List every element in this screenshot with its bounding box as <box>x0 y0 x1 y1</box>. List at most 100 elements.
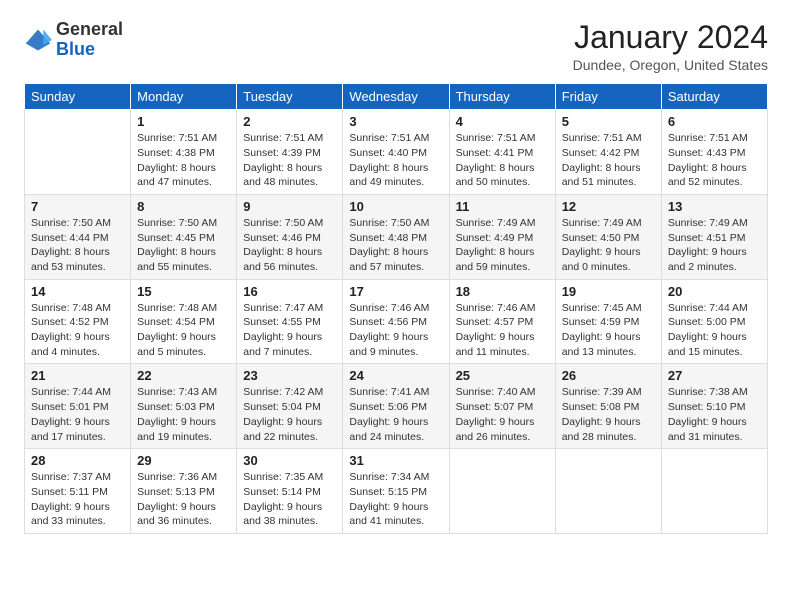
day-number: 21 <box>31 368 124 383</box>
calendar-week-row: 7 Sunrise: 7:50 AMSunset: 4:44 PMDaylight… <box>25 194 768 279</box>
calendar-cell: 30Sunrise: 7:35 AMSunset: 5:14 PMDayligh… <box>237 449 343 534</box>
calendar-cell: 31 Sunrise: 7:34 AMSunset: 5:15 PMDayligh… <box>343 449 449 534</box>
day-number: 9 <box>243 199 336 214</box>
calendar-cell: 1Sunrise: 7:51 AMSunset: 4:38 PMDaylight… <box>131 110 237 195</box>
calendar-cell: 5 Sunrise: 7:51 AMSunset: 4:42 PMDaylight… <box>555 110 661 195</box>
calendar-cell: 22Sunrise: 7:43 AMSunset: 5:03 PMDayligh… <box>131 364 237 449</box>
calendar-cell: 15Sunrise: 7:48 AMSunset: 4:54 PMDayligh… <box>131 279 237 364</box>
day-info: Sunrise: 7:39 AMSunset: 5:08 PMDaylight:… <box>562 385 655 444</box>
day-number: 23 <box>243 368 336 383</box>
day-info: Sunrise: 7:38 AMSunset: 5:10 PMDaylight:… <box>668 385 761 444</box>
location: Dundee, Oregon, United States <box>573 57 768 73</box>
calendar-cell: 16Sunrise: 7:47 AMSunset: 4:55 PMDayligh… <box>237 279 343 364</box>
calendar-cell: 19Sunrise: 7:45 AMSunset: 4:59 PMDayligh… <box>555 279 661 364</box>
month-title: January 2024 <box>573 20 768 55</box>
calendar-cell <box>449 449 555 534</box>
day-number: 24 <box>349 368 442 383</box>
calendar-week-row: 1Sunrise: 7:51 AMSunset: 4:38 PMDaylight… <box>25 110 768 195</box>
calendar-cell: 29 Sunrise: 7:36 AMSunset: 5:13 PMDayligh… <box>131 449 237 534</box>
day-number: 20 <box>668 284 761 299</box>
day-info: Sunrise: 7:46 AMSunset: 4:57 PMDaylight:… <box>456 301 549 360</box>
weekday-header-thursday: Thursday <box>449 84 555 110</box>
title-block: January 2024 Dundee, Oregon, United Stat… <box>573 20 768 73</box>
day-info: Sunrise: 7:43 AMSunset: 5:03 PMDaylight:… <box>137 385 230 444</box>
day-number: 10 <box>349 199 442 214</box>
day-info: Sunrise: 7:49 AMSunset: 4:51 PMDaylight:… <box>668 216 761 275</box>
day-info: Sunrise: 7:51 AMSunset: 4:40 PMDaylight:… <box>349 131 442 190</box>
day-info: Sunrise: 7:36 AMSunset: 5:13 PMDaylight:… <box>137 470 230 529</box>
calendar-cell: 13 Sunrise: 7:49 AMSunset: 4:51 PMDayligh… <box>661 194 767 279</box>
day-info: Sunrise: 7:50 AMSunset: 4:44 PMDaylight:… <box>31 216 124 275</box>
day-info: Sunrise: 7:49 AMSunset: 4:49 PMDaylight:… <box>456 216 549 275</box>
day-number: 4 <box>456 114 549 129</box>
day-info: Sunrise: 7:34 AMSunset: 5:15 PMDaylight:… <box>349 470 442 529</box>
day-info: Sunrise: 7:46 AMSunset: 4:56 PMDaylight:… <box>349 301 442 360</box>
page: General Blue January 2024 Dundee, Oregon… <box>0 0 792 612</box>
calendar-cell: 21 Sunrise: 7:44 AMSunset: 5:01 PMDayligh… <box>25 364 131 449</box>
calendar-table: SundayMondayTuesdayWednesdayThursdayFrid… <box>24 83 768 534</box>
day-number: 14 <box>31 284 124 299</box>
calendar-cell <box>25 110 131 195</box>
day-info: Sunrise: 7:49 AMSunset: 4:50 PMDaylight:… <box>562 216 655 275</box>
calendar-cell: 17 Sunrise: 7:46 AMSunset: 4:56 PMDayligh… <box>343 279 449 364</box>
calendar-cell: 18 Sunrise: 7:46 AMSunset: 4:57 PMDayligh… <box>449 279 555 364</box>
day-number: 18 <box>456 284 549 299</box>
day-info: Sunrise: 7:44 AMSunset: 5:00 PMDaylight:… <box>668 301 761 360</box>
calendar-cell: 25Sunrise: 7:40 AMSunset: 5:07 PMDayligh… <box>449 364 555 449</box>
day-info: Sunrise: 7:37 AMSunset: 5:11 PMDaylight:… <box>31 470 124 529</box>
calendar-cell <box>661 449 767 534</box>
day-info: Sunrise: 7:51 AMSunset: 4:38 PMDaylight:… <box>137 131 230 190</box>
day-number: 12 <box>562 199 655 214</box>
calendar-cell: 10 Sunrise: 7:50 AMSunset: 4:48 PMDayligh… <box>343 194 449 279</box>
day-info: Sunrise: 7:47 AMSunset: 4:55 PMDaylight:… <box>243 301 336 360</box>
day-number: 29 <box>137 453 230 468</box>
weekday-header-tuesday: Tuesday <box>237 84 343 110</box>
calendar-cell: 14 Sunrise: 7:48 AMSunset: 4:52 PMDayligh… <box>25 279 131 364</box>
calendar-cell: 24Sunrise: 7:41 AMSunset: 5:06 PMDayligh… <box>343 364 449 449</box>
day-number: 2 <box>243 114 336 129</box>
day-number: 5 <box>562 114 655 129</box>
day-info: Sunrise: 7:51 AMSunset: 4:43 PMDaylight:… <box>668 131 761 190</box>
calendar-cell: 4Sunrise: 7:51 AMSunset: 4:41 PMDaylight… <box>449 110 555 195</box>
calendar-cell: 8 Sunrise: 7:50 AMSunset: 4:45 PMDaylight… <box>131 194 237 279</box>
calendar-cell: 11 Sunrise: 7:49 AMSunset: 4:49 PMDayligh… <box>449 194 555 279</box>
logo: General Blue <box>24 20 123 60</box>
day-info: Sunrise: 7:45 AMSunset: 4:59 PMDaylight:… <box>562 301 655 360</box>
calendar-cell: 26Sunrise: 7:39 AMSunset: 5:08 PMDayligh… <box>555 364 661 449</box>
day-number: 13 <box>668 199 761 214</box>
calendar-cell: 28Sunrise: 7:37 AMSunset: 5:11 PMDayligh… <box>25 449 131 534</box>
weekday-header-monday: Monday <box>131 84 237 110</box>
day-info: Sunrise: 7:50 AMSunset: 4:46 PMDaylight:… <box>243 216 336 275</box>
calendar-cell: 12 Sunrise: 7:49 AMSunset: 4:50 PMDayligh… <box>555 194 661 279</box>
day-number: 25 <box>456 368 549 383</box>
day-number: 15 <box>137 284 230 299</box>
day-info: Sunrise: 7:42 AMSunset: 5:04 PMDaylight:… <box>243 385 336 444</box>
logo-icon <box>24 26 52 54</box>
day-number: 3 <box>349 114 442 129</box>
calendar-week-row: 14 Sunrise: 7:48 AMSunset: 4:52 PMDayligh… <box>25 279 768 364</box>
day-number: 7 <box>31 199 124 214</box>
day-info: Sunrise: 7:48 AMSunset: 4:52 PMDaylight:… <box>31 301 124 360</box>
logo-blue: Blue <box>56 40 123 60</box>
weekday-header-sunday: Sunday <box>25 84 131 110</box>
day-info: Sunrise: 7:50 AMSunset: 4:48 PMDaylight:… <box>349 216 442 275</box>
day-number: 8 <box>137 199 230 214</box>
day-number: 6 <box>668 114 761 129</box>
weekday-header-row: SundayMondayTuesdayWednesdayThursdayFrid… <box>25 84 768 110</box>
day-info: Sunrise: 7:44 AMSunset: 5:01 PMDaylight:… <box>31 385 124 444</box>
day-info: Sunrise: 7:50 AMSunset: 4:45 PMDaylight:… <box>137 216 230 275</box>
logo-general: General <box>56 20 123 40</box>
calendar-cell: 9 Sunrise: 7:50 AMSunset: 4:46 PMDaylight… <box>237 194 343 279</box>
calendar-cell <box>555 449 661 534</box>
day-number: 31 <box>349 453 442 468</box>
day-number: 17 <box>349 284 442 299</box>
day-info: Sunrise: 7:35 AMSunset: 5:14 PMDaylight:… <box>243 470 336 529</box>
day-number: 11 <box>456 199 549 214</box>
weekday-header-saturday: Saturday <box>661 84 767 110</box>
day-number: 27 <box>668 368 761 383</box>
calendar-cell: 7 Sunrise: 7:50 AMSunset: 4:44 PMDaylight… <box>25 194 131 279</box>
calendar-cell: 2Sunrise: 7:51 AMSunset: 4:39 PMDaylight… <box>237 110 343 195</box>
calendar-cell: 23 Sunrise: 7:42 AMSunset: 5:04 PMDayligh… <box>237 364 343 449</box>
calendar-week-row: 21 Sunrise: 7:44 AMSunset: 5:01 PMDayligh… <box>25 364 768 449</box>
day-info: Sunrise: 7:51 AMSunset: 4:42 PMDaylight:… <box>562 131 655 190</box>
